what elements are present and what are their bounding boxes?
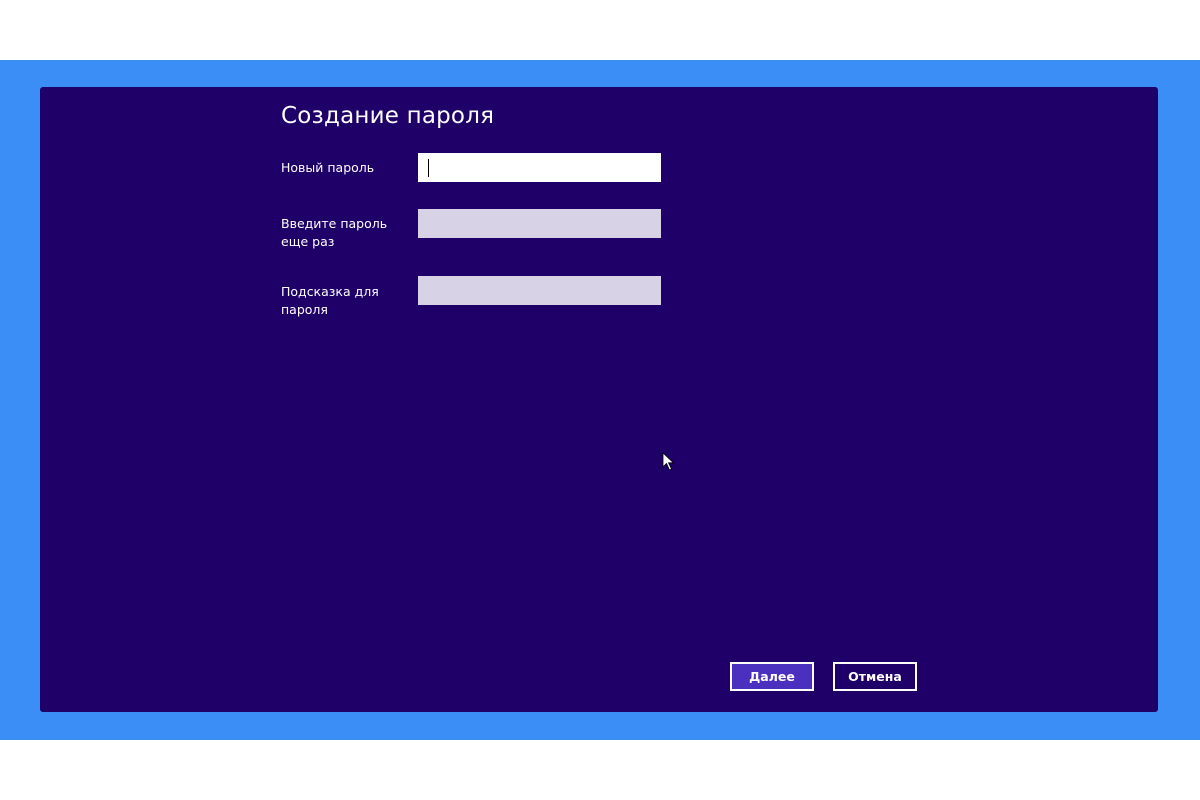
- password-setup-screen: Создание пароля Новый пароль Введите пар…: [40, 87, 1158, 712]
- next-button[interactable]: Далее: [730, 662, 814, 691]
- new-password-label: Новый пароль: [281, 160, 375, 175]
- page-title: Создание пароля: [281, 103, 495, 129]
- new-password-input[interactable]: [418, 153, 661, 182]
- text-caret: [428, 159, 429, 177]
- password-hint-label: Подсказка для пароля: [281, 284, 379, 317]
- confirm-password-input[interactable]: [418, 209, 661, 238]
- cancel-button[interactable]: Отмена: [833, 662, 917, 691]
- page: Создание пароля Новый пароль Введите пар…: [0, 0, 1200, 800]
- password-hint-input[interactable]: [418, 276, 661, 305]
- confirm-password-label: Введите пароль еще раз: [281, 216, 388, 249]
- mouse-pointer-icon: [662, 452, 675, 471]
